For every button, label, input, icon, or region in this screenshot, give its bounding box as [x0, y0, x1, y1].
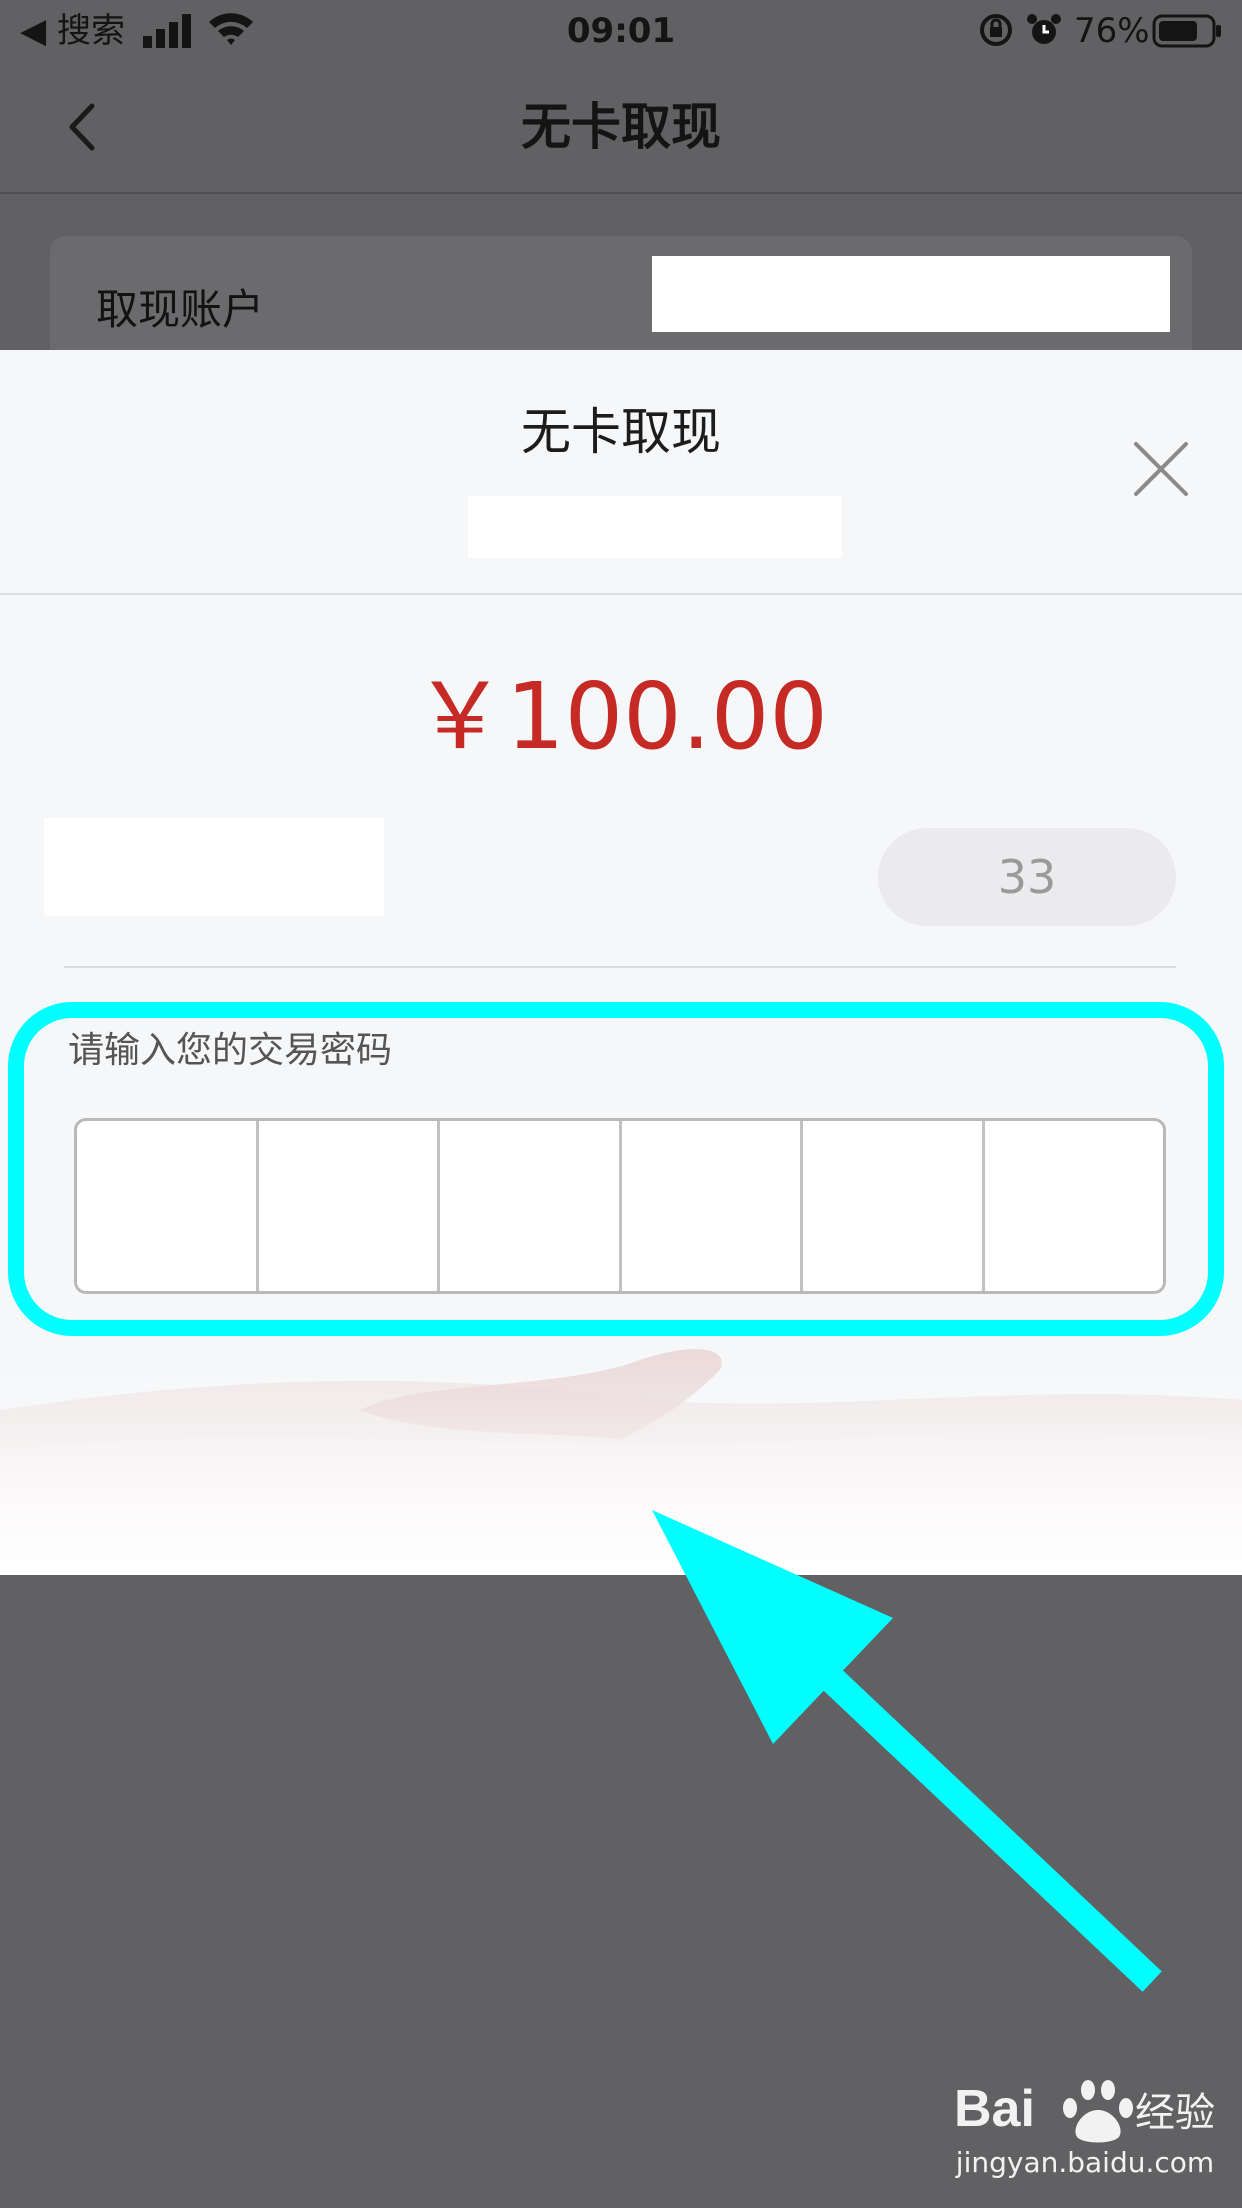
status-bar: ◀ 搜索 09:01 76%	[0, 0, 1242, 62]
close-icon[interactable]	[1130, 438, 1192, 500]
watermark-brand: Bai	[954, 2080, 1035, 2138]
divider	[0, 593, 1242, 595]
watermark-url: jingyan.baidu.com	[955, 2146, 1215, 2179]
nav-bar: 无卡取现	[0, 62, 1242, 194]
decorative-landscape	[0, 1340, 1242, 1575]
battery-icon	[1152, 14, 1221, 48]
withdraw-amount: ￥100.00	[414, 663, 828, 770]
account-value-redacted	[652, 256, 1170, 332]
sheet-title: 无卡取现	[521, 403, 721, 461]
rotation-lock-icon	[980, 14, 1012, 46]
account-label: 取现账户	[96, 285, 265, 334]
password-sheet: 无卡取现 ￥100.00 33 请输入您的交易密码	[0, 350, 1242, 1575]
countdown-button[interactable]: 33	[878, 828, 1176, 926]
alarm-icon	[1027, 14, 1061, 44]
sheet-subtitle-redacted	[468, 496, 842, 558]
highlight-frame	[8, 1002, 1224, 1336]
battery-percent: 76%	[1074, 11, 1150, 51]
page-title: 无卡取现	[521, 98, 721, 156]
baidu-logo-icon: Bai 经验	[954, 2080, 1215, 2143]
watermark-suffix: 经验	[1135, 2090, 1215, 2136]
info-redacted	[44, 818, 384, 916]
baidu-jingyan-watermark: Bai 经验 jingyan.baidu.com	[950, 2068, 1220, 2188]
divider	[64, 966, 1176, 968]
